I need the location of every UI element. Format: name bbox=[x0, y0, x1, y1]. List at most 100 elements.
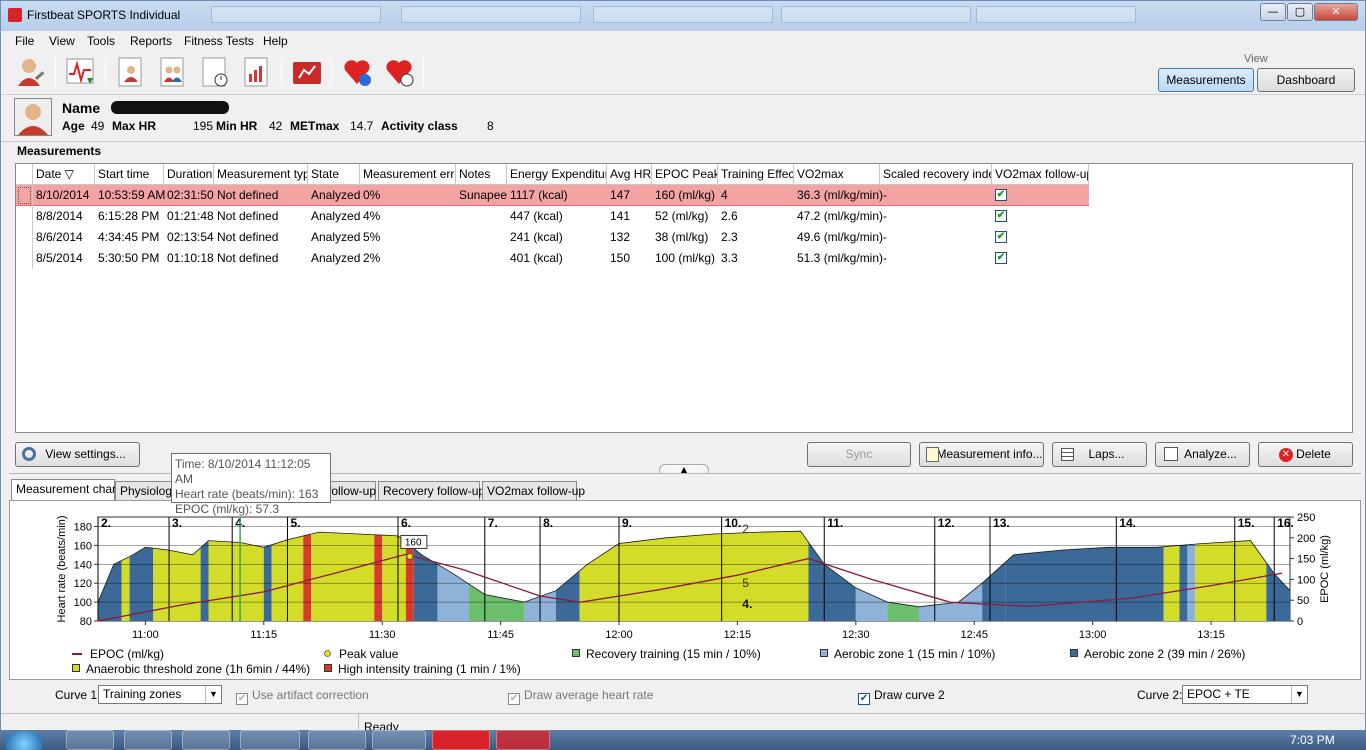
legend-item-anaerobic: Anaerobic threshold zone (1h 6min / 44%) bbox=[72, 662, 310, 676]
column-header[interactable]: Energy Expenditure bbox=[507, 164, 607, 185]
column-header[interactable]: State bbox=[308, 164, 360, 185]
column-header[interactable]: Avg HR bbox=[607, 164, 652, 185]
column-header[interactable]: VO2max bbox=[794, 164, 880, 185]
firefox-taskbar-icon[interactable] bbox=[372, 730, 426, 750]
explorer-taskbar-icon[interactable] bbox=[124, 730, 172, 750]
media-taskbar-icon[interactable] bbox=[182, 730, 230, 750]
table-cell: 02:13:54 bbox=[167, 230, 214, 244]
table-row[interactable]: 8/8/2014 6:15:28 PM 01:21:48 Not defined Ana… bbox=[16, 206, 1089, 227]
curve2-select[interactable]: EPOC + TE ▼ bbox=[1182, 685, 1308, 704]
report-time-icon[interactable] bbox=[199, 56, 231, 88]
tab-measurement-chart[interactable]: Measurement chart bbox=[11, 479, 119, 501]
curve1-value: Training zones bbox=[103, 687, 182, 701]
tooltip-epoc: EPOC (ml/kg): 57.3 bbox=[175, 502, 280, 516]
clock: 7:03 PM bbox=[1290, 733, 1335, 747]
legend-label: Peak value bbox=[339, 647, 399, 661]
dashboard-view-button[interactable]: Dashboard bbox=[1257, 68, 1355, 92]
close-button[interactable]: ✕ bbox=[1314, 3, 1358, 21]
delete-button[interactable]: ✕ Delete bbox=[1258, 442, 1353, 467]
table-cell: Not defined bbox=[217, 188, 279, 202]
column-header[interactable]: Date ▽ bbox=[33, 164, 95, 185]
view-settings-button[interactable]: View settings... bbox=[15, 442, 140, 467]
menu-file[interactable]: File bbox=[15, 34, 34, 48]
measurement-info-button[interactable]: Measurement info... bbox=[919, 442, 1044, 467]
table-row[interactable]: 8/5/2014 5:30:50 PM 01:10:18 Not defined Ana… bbox=[16, 248, 1089, 269]
heart-rate-download-icon[interactable] bbox=[65, 56, 97, 88]
table-cell: 5% bbox=[363, 230, 381, 244]
sync-button[interactable]: Sync bbox=[807, 442, 911, 467]
vo2max-followup-checkbox[interactable]: ✔ bbox=[995, 210, 1007, 222]
artifact-checkbox[interactable]: ✔ Use artifact correction bbox=[236, 688, 369, 705]
menu-help[interactable]: Help bbox=[263, 34, 288, 48]
view-settings-label: View settings... bbox=[45, 447, 126, 461]
tab-physiologic[interactable]: Physiologic bbox=[115, 481, 181, 500]
edit-person-icon[interactable] bbox=[15, 56, 47, 88]
ie-taskbar-icon[interactable] bbox=[66, 730, 114, 750]
menu-tools[interactable]: Tools bbox=[87, 34, 115, 48]
start-button[interactable] bbox=[6, 731, 42, 750]
lap-marker-label: 15. bbox=[1238, 516, 1255, 530]
analyze-button[interactable]: Analyze... bbox=[1155, 442, 1250, 467]
vo2max-followup-checkbox[interactable]: ✔ bbox=[995, 252, 1007, 264]
firstbeat-taskbar-icon[interactable] bbox=[496, 730, 550, 750]
row-selector[interactable] bbox=[16, 185, 33, 206]
chrome-taskbar-icon[interactable] bbox=[308, 730, 366, 750]
row-selector[interactable] bbox=[16, 248, 33, 269]
column-header[interactable]: Start time bbox=[95, 164, 164, 185]
legend-swatch bbox=[72, 664, 80, 672]
maxhr-value: 195 bbox=[193, 119, 214, 133]
report-group-icon[interactable] bbox=[157, 56, 189, 88]
row-selector[interactable] bbox=[16, 227, 33, 248]
table-cell: 141 bbox=[610, 209, 631, 223]
report-chart-icon[interactable] bbox=[241, 56, 273, 88]
measurements-view-button[interactable]: Measurements bbox=[1158, 68, 1254, 92]
curve1-select[interactable]: Training zones ▼ bbox=[98, 685, 222, 704]
table-cell: 01:21:48 bbox=[167, 209, 214, 223]
row-selector[interactable] bbox=[16, 206, 33, 227]
maximize-button[interactable]: ▢ bbox=[1287, 3, 1313, 21]
y-right-axis-label: EPOC (ml/kg) bbox=[1319, 535, 1331, 603]
menu-fitness-tests[interactable]: Fitness Tests bbox=[184, 34, 254, 48]
measurements-title: Measurements bbox=[17, 144, 102, 158]
draw-curve2-label: Draw curve 2 bbox=[874, 688, 945, 702]
minimize-button[interactable]: — bbox=[1260, 3, 1286, 21]
menu-reports[interactable]: Reports bbox=[130, 34, 172, 48]
table-cell: 2.6 bbox=[721, 209, 738, 223]
tab-vo2max-follow-up[interactable]: VO2max follow-up bbox=[482, 481, 585, 500]
table-row[interactable]: 8/6/2014 4:34:45 PM 02:13:54 Not defined Ana… bbox=[16, 227, 1089, 248]
avg-hr-checkbox[interactable]: ✔ Draw average heart rate bbox=[508, 688, 653, 705]
column-header[interactable]: Notes bbox=[456, 164, 507, 185]
column-header[interactable]: VO2max follow-up bbox=[992, 164, 1089, 185]
column-header[interactable]: Scaled recovery index bbox=[880, 164, 992, 185]
vo2max-followup-checkbox[interactable]: ✔ bbox=[995, 231, 1007, 243]
heart-wireless-icon[interactable] bbox=[341, 56, 373, 88]
heart-qrt-icon[interactable] bbox=[383, 56, 415, 88]
avg-hr-label: Draw average heart rate bbox=[524, 688, 654, 702]
column-header[interactable]: Training Effect bbox=[718, 164, 794, 185]
column-header[interactable]: Duration bbox=[164, 164, 214, 185]
report-person-icon[interactable] bbox=[115, 56, 147, 88]
lap-marker-label: 8. bbox=[543, 516, 553, 530]
table-cell: 02:31:50 bbox=[167, 188, 214, 202]
x-tick-label: 13:15 bbox=[1197, 629, 1225, 641]
avatar[interactable] bbox=[14, 98, 52, 136]
folder-graph-icon[interactable] bbox=[291, 56, 323, 88]
table-cell: 8/8/2014 bbox=[36, 209, 83, 223]
y-left-tick-label: 160 bbox=[74, 540, 92, 552]
table-cell: 49.6 (ml/kg/min) bbox=[797, 230, 884, 244]
vo2max-followup-checkbox[interactable]: ✔ bbox=[995, 189, 1007, 201]
tooltip-hr: Heart rate (beats/min): 163 bbox=[175, 487, 319, 501]
app-m-taskbar-icon[interactable] bbox=[432, 730, 490, 750]
tools-taskbar-icon[interactable] bbox=[240, 730, 300, 750]
column-header[interactable]: EPOC Peak bbox=[652, 164, 718, 185]
y-right-tick-label: 50 bbox=[1297, 595, 1309, 607]
tab-recovery-follow-up[interactable]: Recovery follow-up bbox=[378, 481, 485, 500]
laps-button[interactable]: Laps... bbox=[1052, 442, 1147, 467]
menu-view[interactable]: View bbox=[49, 34, 75, 48]
table-row[interactable]: 8/10/2014 10:53:59 AM 02:31:50 Not defined A… bbox=[16, 185, 1089, 206]
draw-curve2-checkbox[interactable]: ✔ Draw curve 2 bbox=[858, 688, 945, 705]
column-header[interactable]: Measurement error bbox=[360, 164, 456, 185]
table-cell: 3.3 bbox=[721, 251, 738, 265]
age-label: Age bbox=[62, 119, 85, 133]
column-header[interactable]: Measurement type bbox=[214, 164, 308, 185]
